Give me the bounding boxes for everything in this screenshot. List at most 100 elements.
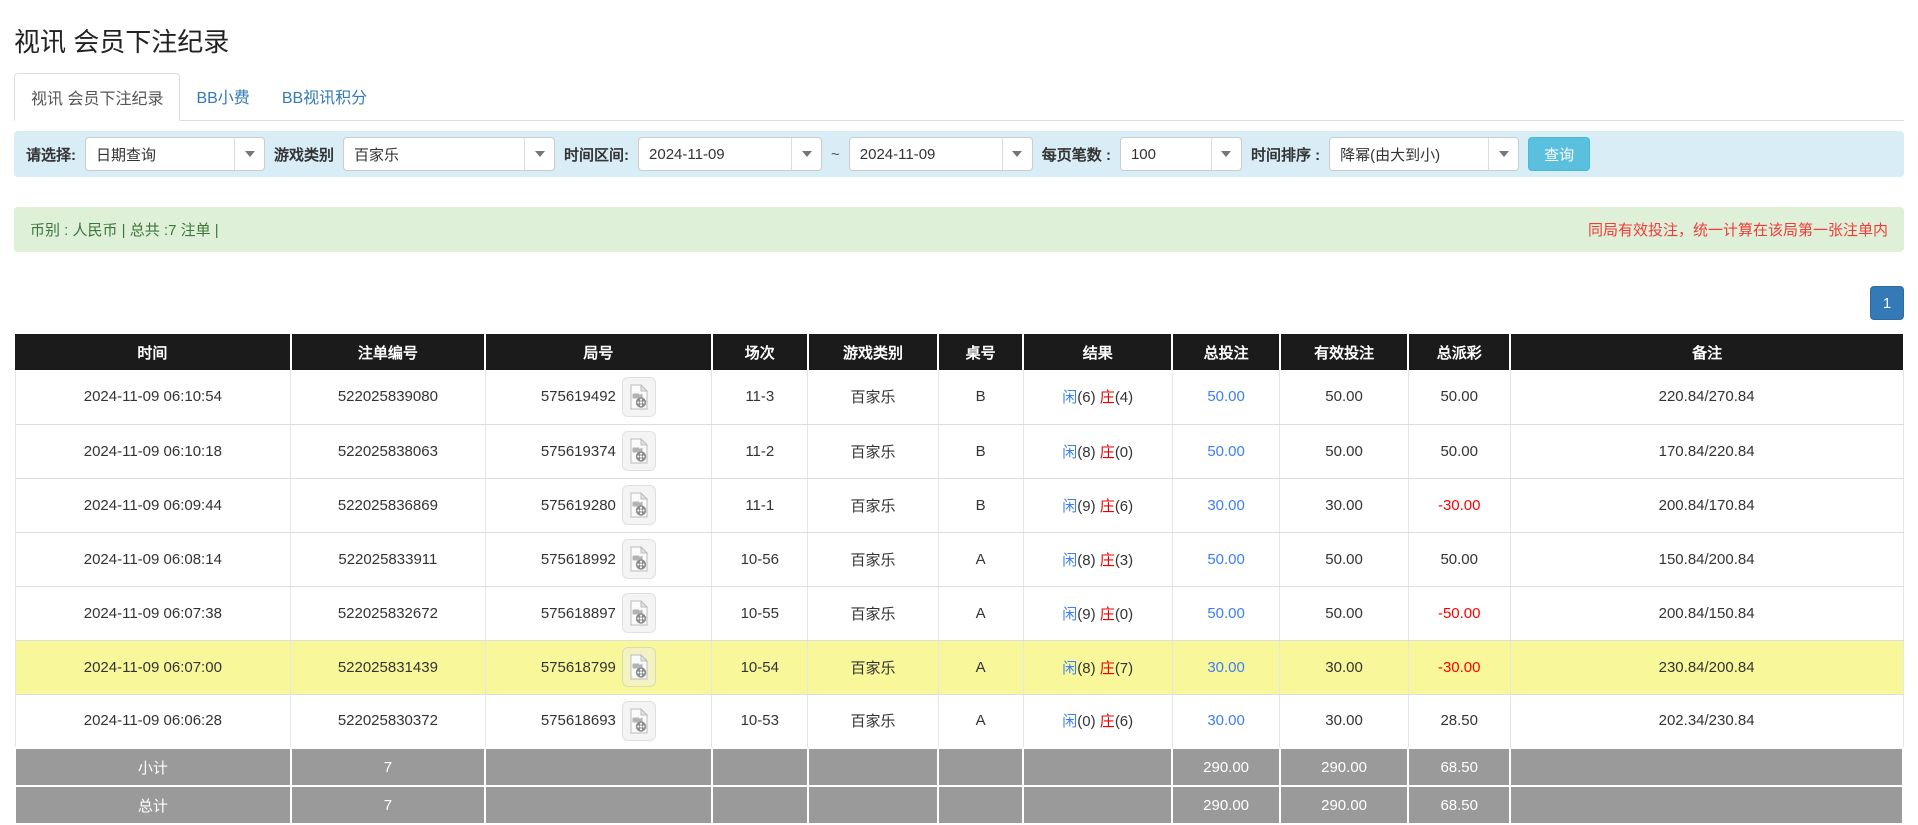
query-type-select[interactable]: 日期查询 — [85, 137, 265, 171]
cell-round: 575619374 — [485, 424, 712, 478]
result-player: 闲 — [1062, 389, 1077, 406]
cell-round: 575618799 — [485, 640, 712, 694]
video-replay-button[interactable] — [622, 377, 656, 417]
subtotal-payout: 68.50 — [1408, 748, 1510, 786]
table-row: 2024-11-09 06:07:38 522025832672 5756188… — [15, 586, 1903, 640]
date-from-value: 2024-11-09 — [639, 146, 791, 163]
total-bet-link[interactable]: 30.00 — [1207, 497, 1245, 514]
cell-time: 2024-11-09 06:09:44 — [15, 478, 291, 532]
total-bet-link[interactable]: 30.00 — [1207, 712, 1245, 729]
cell-bet-id: 522025832672 — [291, 586, 485, 640]
result-banker: 庄 — [1100, 660, 1115, 677]
chevron-down-icon — [234, 138, 264, 170]
cell-total-bet: 30.00 — [1172, 694, 1280, 748]
video-replay-button[interactable] — [622, 485, 656, 525]
cell-total-bet: 50.00 — [1172, 370, 1280, 424]
cell-result: 闲(9) 庄(0) — [1023, 586, 1172, 640]
summary-bar: 币别 : 人民币 | 总共 :7 注单 | 同局有效投注，统一计算在该局第一张注… — [14, 207, 1904, 252]
cell-payout: 50.00 — [1408, 424, 1510, 478]
tab-bar: 视讯 会员下注纪录 BB小费 BB视讯积分 — [14, 73, 1904, 121]
cell-table-no: A — [938, 532, 1023, 586]
video-file-icon — [629, 600, 649, 626]
choose-label: 请选择: — [26, 144, 76, 165]
cell-valid-bet: 50.00 — [1280, 532, 1408, 586]
tab-video-bet-records[interactable]: 视讯 会员下注纪录 — [14, 73, 180, 121]
search-button[interactable]: 查询 — [1528, 137, 1590, 171]
cell-valid-bet: 30.00 — [1280, 694, 1408, 748]
total-bet-link[interactable]: 50.00 — [1207, 551, 1245, 568]
grand-total-valid-bet: 290.00 — [1280, 786, 1408, 824]
summary-totals-text: 币别 : 人民币 | 总共 :7 注单 | — [30, 219, 219, 240]
cell-payout: -50.00 — [1408, 586, 1510, 640]
date-range-tilde: ~ — [831, 146, 840, 163]
cell-game: 百家乐 — [808, 370, 938, 424]
round-id: 575619492 — [541, 388, 616, 405]
page-title: 视讯 会员下注纪录 — [14, 22, 1904, 59]
header-remark: 备注 — [1510, 334, 1903, 370]
time-sort-label: 时间排序 : — [1251, 144, 1320, 165]
video-replay-button[interactable] — [622, 431, 656, 471]
cell-total-bet: 30.00 — [1172, 640, 1280, 694]
tab-bb-tips[interactable]: BB小费 — [180, 73, 265, 121]
table-row: 2024-11-09 06:07:00 522025831439 5756187… — [15, 640, 1903, 694]
date-from-select[interactable]: 2024-11-09 — [638, 137, 822, 171]
cell-round: 575619280 — [485, 478, 712, 532]
chevron-down-icon — [524, 138, 554, 170]
cell-round: 575618992 — [485, 532, 712, 586]
round-id: 575618992 — [541, 551, 616, 568]
cell-table-no: B — [938, 478, 1023, 532]
cell-session: 11-2 — [712, 424, 808, 478]
page-size-select[interactable]: 100 — [1120, 137, 1242, 171]
total-bet-link[interactable]: 50.00 — [1207, 443, 1245, 460]
video-replay-button[interactable] — [622, 539, 656, 579]
result-banker: 庄 — [1100, 498, 1115, 515]
chevron-down-icon — [791, 138, 821, 170]
table-body: 2024-11-09 06:10:54 522025839080 5756194… — [15, 370, 1903, 748]
cell-game: 百家乐 — [808, 694, 938, 748]
cell-session: 11-1 — [712, 478, 808, 532]
header-game-type: 游戏类别 — [808, 334, 938, 370]
cell-total-bet: 50.00 — [1172, 532, 1280, 586]
total-bet-link[interactable]: 50.00 — [1207, 605, 1245, 622]
grand-total-label: 总计 — [15, 786, 291, 824]
header-time: 时间 — [15, 334, 291, 370]
cell-remark: 170.84/220.84 — [1510, 424, 1903, 478]
subtotal-count: 7 — [291, 748, 485, 786]
cell-table-no: A — [938, 586, 1023, 640]
game-type-label: 游戏类别 — [274, 144, 334, 165]
video-replay-button[interactable] — [622, 701, 656, 741]
bet-records-table: 时间 注单编号 局号 场次 游戏类别 桌号 结果 总投注 有效投注 总派彩 备注… — [14, 334, 1904, 825]
video-replay-button[interactable] — [622, 593, 656, 633]
page-1-button[interactable]: 1 — [1870, 286, 1904, 320]
table-row: 2024-11-09 06:06:28 522025830372 5756186… — [15, 694, 1903, 748]
time-range-label: 时间区间: — [564, 144, 629, 165]
cell-table-no: B — [938, 424, 1023, 478]
header-total-bet: 总投注 — [1172, 334, 1280, 370]
table-footer: 小计 7 290.00 290.00 68.50 总计 7 2 — [15, 748, 1903, 824]
cell-time: 2024-11-09 06:07:38 — [15, 586, 291, 640]
cell-remark: 150.84/200.84 — [1510, 532, 1903, 586]
video-replay-button[interactable] — [622, 647, 656, 687]
cell-bet-id: 522025838063 — [291, 424, 485, 478]
grand-total-payout: 68.50 — [1408, 786, 1510, 824]
total-bet-link[interactable]: 30.00 — [1207, 659, 1245, 676]
video-file-icon — [629, 384, 649, 410]
header-round-id: 局号 — [485, 334, 712, 370]
page-size-label: 每页笔数 : — [1042, 144, 1111, 165]
cell-session: 11-3 — [712, 370, 808, 424]
cell-bet-id: 522025830372 — [291, 694, 485, 748]
cell-payout: 50.00 — [1408, 370, 1510, 424]
chevron-down-icon — [1002, 138, 1032, 170]
chevron-down-icon — [1211, 138, 1241, 170]
cell-game: 百家乐 — [808, 586, 938, 640]
total-bet-link[interactable]: 50.00 — [1207, 388, 1245, 405]
date-to-select[interactable]: 2024-11-09 — [849, 137, 1033, 171]
cell-table-no: B — [938, 370, 1023, 424]
cell-session: 10-53 — [712, 694, 808, 748]
cell-game: 百家乐 — [808, 478, 938, 532]
tab-bb-video-points[interactable]: BB视讯积分 — [266, 73, 383, 121]
game-type-select[interactable]: 百家乐 — [343, 137, 555, 171]
time-sort-select[interactable]: 降幂(由大到小) — [1329, 137, 1519, 171]
cell-time: 2024-11-09 06:06:28 — [15, 694, 291, 748]
cell-game: 百家乐 — [808, 532, 938, 586]
